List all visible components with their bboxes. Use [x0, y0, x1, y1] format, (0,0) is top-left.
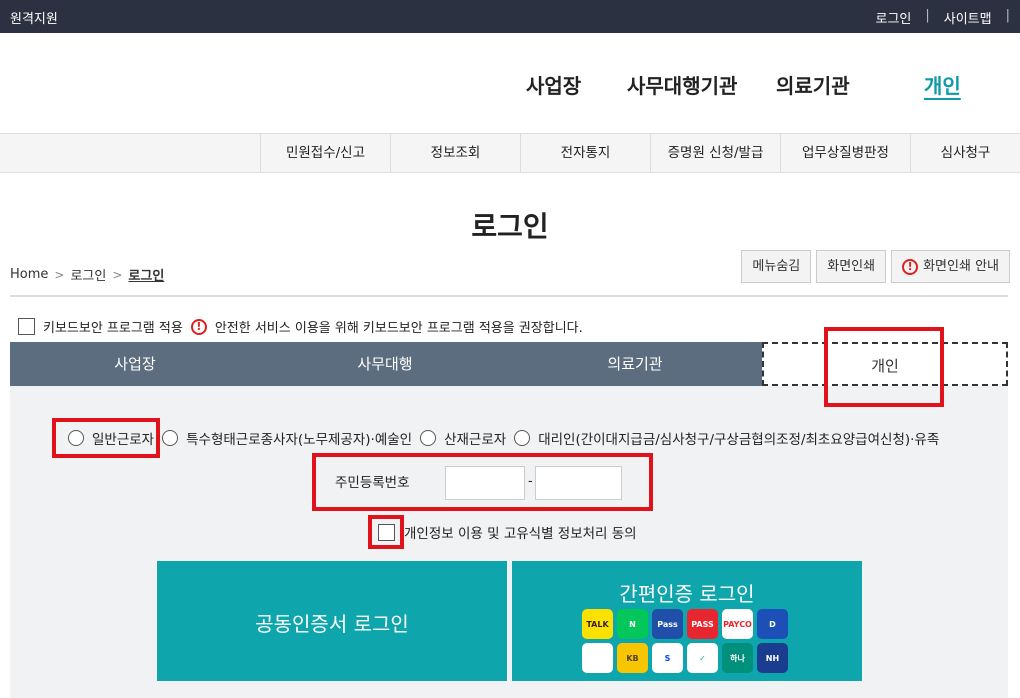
login-link[interactable]: 로그인 [875, 8, 911, 27]
warning-icon: ! [190, 318, 207, 335]
print-label: 화면인쇄 [827, 259, 876, 274]
page-title: 로그인 [471, 210, 549, 243]
subnav-disease-judgment[interactable]: 업무상질병판정 [780, 134, 910, 172]
radio-general-worker[interactable]: 일반근로자 [68, 428, 154, 448]
hana-icon[interactable]: 하나 [722, 643, 753, 673]
kb-icon[interactable]: KB [617, 643, 648, 673]
radio-label: 일반근로자 [92, 432, 155, 448]
hide-menu-button[interactable]: 메뉴숨김 [741, 250, 812, 283]
woori-icon[interactable]: ✓ [687, 643, 718, 673]
consent-label: 개인정보 이용 및 고유식별 정보처리 동의 [404, 526, 637, 542]
hide-menu-label: 메뉴숨김 [752, 259, 801, 274]
rrn-label: 주민등록번호 [335, 475, 410, 491]
rrn-dash: - [528, 474, 533, 489]
print-guide-button[interactable]: ! 화면인쇄 안내 [891, 250, 1010, 283]
subnav-certificate[interactable]: 증명원 신청/발급 [650, 134, 780, 172]
radio-button[interactable] [420, 430, 437, 446]
radio-agent[interactable]: 대리인(간이대지급금/심사청구/구상금협의조정/최초요양급여신청)·유족 [514, 428, 939, 448]
keyboard-security-row: 키보드보안 프로그램 적용 ! 안전한 서비스 이용을 위해 키보드보안 프로그… [18, 317, 583, 336]
chevron-right-icon: > [112, 267, 123, 282]
main-nav: 사업장 사무대행기관 의료기관 개인 [0, 70, 1020, 100]
radio-label: 산재근로자 [444, 432, 507, 448]
radio-label: 특수형태근로종사자(노무제공자)·예술인 [186, 432, 413, 448]
toss-icon[interactable] [582, 643, 613, 673]
certificate-login-label: 공동인증서 로그인 [255, 612, 409, 636]
keyboard-security-checkbox[interactable] [18, 318, 35, 335]
chevron-right-icon: > [54, 267, 65, 282]
rrn-front-input[interactable] [445, 466, 525, 500]
rrn-back-input[interactable] [535, 466, 622, 500]
utility-buttons: 메뉴숨김 화면인쇄 ! 화면인쇄 안내 [741, 250, 1010, 283]
dream-icon[interactable]: D [757, 609, 788, 639]
nav-medical[interactable]: 의료기관 [776, 70, 850, 99]
print-guide-label: 화면인쇄 안내 [923, 259, 999, 274]
warning-icon: ! [902, 258, 919, 275]
breadcrumb-home[interactable]: Home [10, 267, 48, 282]
simple-auth-login-button[interactable]: 간편인증 로그인 TALK N Pass PASS PAYCO D KB S ✓ 하나 NH [512, 561, 862, 681]
radio-button[interactable] [514, 430, 531, 446]
radio-button[interactable] [68, 430, 84, 446]
radio-label: 대리인(간이대지급금/심사청구/구상금협의조정/최초요양급여신청)·유족 [538, 432, 940, 448]
print-button[interactable]: 화면인쇄 [816, 250, 887, 283]
top-utility-bar: 원격지원 로그인 | 사이트맵 | [0, 0, 1020, 33]
keyboard-security-notice: 안전한 서비스 이용을 위해 키보드보안 프로그램 적용을 권장합니다. [214, 321, 583, 336]
samsung-pass-icon[interactable]: Pass [652, 609, 683, 639]
sitemap-link[interactable]: 사이트맵 [944, 8, 992, 27]
nav-personal[interactable]: 개인 [924, 70, 961, 99]
subnav-e-notice[interactable]: 전자통지 [520, 134, 650, 172]
subnav-complaint[interactable]: 민원접수/신고 [260, 134, 390, 172]
naver-icon[interactable]: N [617, 609, 648, 639]
separator: | [1005, 8, 1010, 23]
radio-button[interactable] [162, 430, 179, 446]
tab-personal[interactable]: 개인 [762, 342, 1008, 386]
tab-workplace[interactable]: 사업장 [10, 342, 260, 386]
remote-support-link[interactable]: 원격지원 [10, 8, 58, 27]
separator: | [925, 8, 930, 23]
pass-icon[interactable]: PASS [687, 609, 718, 639]
radio-special-worker[interactable]: 특수형태근로종사자(노무제공자)·예술인 [162, 428, 412, 448]
breadcrumb-current: 로그인 [128, 269, 165, 284]
breadcrumb-login[interactable]: 로그인 [70, 265, 106, 284]
payco-icon[interactable]: PAYCO [722, 609, 753, 639]
user-type-radio-group: 일반근로자 특수형태근로종사자(노무제공자)·예술인 산재근로자 대리인(간이대… [68, 428, 947, 448]
sub-nav: 민원접수/신고 정보조회 전자통지 증명원 신청/발급 업무상질병판정 심사청구 [0, 133, 1020, 173]
radio-injured-worker[interactable]: 산재근로자 [420, 428, 506, 448]
divider [10, 295, 1008, 297]
kakao-icon[interactable]: TALK [582, 609, 613, 639]
certificate-login-button[interactable]: 공동인증서 로그인 [157, 561, 507, 681]
nav-agency[interactable]: 사무대행기관 [627, 70, 737, 99]
keyboard-security-label: 키보드보안 프로그램 적용 [43, 321, 183, 336]
subnav-appeal[interactable]: 심사청구 [910, 134, 1020, 172]
shinhan-icon[interactable]: S [652, 643, 683, 673]
breadcrumb: Home > 로그인 > 로그인 [10, 265, 164, 284]
consent-checkbox[interactable] [378, 523, 395, 541]
login-type-tabs: 사업장 사무대행 의료기관 개인 [10, 342, 1008, 386]
simple-auth-provider-grid: TALK N Pass PASS PAYCO D KB S ✓ 하나 NH [582, 609, 788, 673]
simple-auth-login-label: 간편인증 로그인 [619, 582, 755, 606]
nav-workplace[interactable]: 사업장 [526, 70, 581, 99]
nh-icon[interactable]: NH [757, 643, 788, 673]
subnav-info[interactable]: 정보조회 [390, 134, 520, 172]
tab-medical[interactable]: 의료기관 [510, 342, 760, 386]
consent-row: 개인정보 이용 및 고유식별 정보처리 동의 [378, 522, 637, 542]
tab-agency[interactable]: 사무대행 [260, 342, 510, 386]
